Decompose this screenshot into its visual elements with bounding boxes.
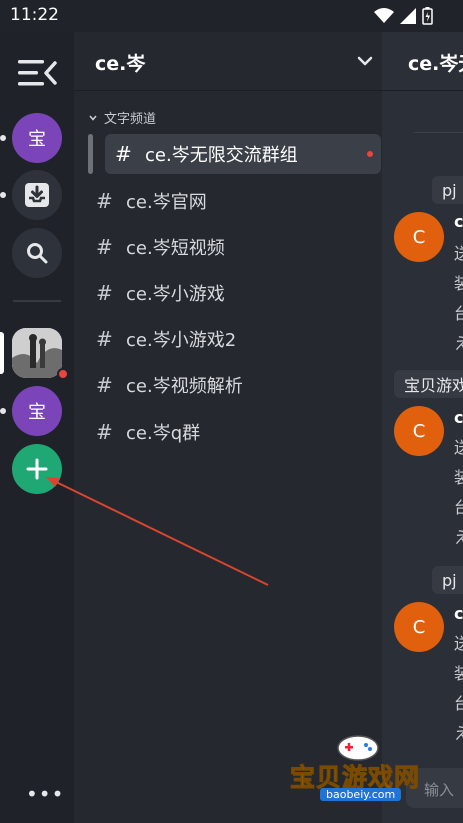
channel-name: ce.岑官网 [126, 192, 207, 213]
wifi-icon [374, 8, 394, 23]
hash-icon: # [96, 235, 113, 259]
hash-icon: # [96, 420, 113, 444]
hash-icon: # [96, 189, 113, 213]
collapse-menu-button[interactable] [16, 58, 58, 88]
message-author[interactable]: c [454, 212, 463, 231]
channel-name: ce.岑q群 [126, 423, 201, 444]
message-text: 送 [454, 634, 463, 653]
divider-line [414, 132, 463, 133]
user-avatar[interactable]: C [394, 212, 444, 262]
inbox-button[interactable] [12, 170, 62, 220]
message-text: え [454, 528, 463, 547]
signal-icon [400, 8, 416, 24]
server-header[interactable]: ce.岑 [74, 32, 382, 91]
more-options-button[interactable]: ••• [26, 782, 64, 806]
watermark-logo: 宝贝游戏网 baobeiy.com [286, 732, 436, 802]
avatar-initial: C [412, 226, 426, 248]
channel-name: ce.岑小游戏2 [126, 330, 237, 351]
message-reply-pill[interactable]: pj : [432, 176, 463, 204]
channel-name: ce.岑视频解析 [126, 376, 243, 397]
message-text: え [454, 334, 463, 353]
channel-item[interactable]: # ce.岑小游戏2 [96, 321, 236, 357]
message-reply-pill[interactable]: 宝贝游戏 [394, 370, 463, 398]
status-bar: 11:22 [0, 0, 463, 32]
hash-icon: # [96, 327, 113, 351]
reply-preview-text: 宝贝游戏 [404, 376, 463, 395]
hash-icon: # [115, 142, 132, 166]
channel-panel: ce.岑 文字频道 # ce.岑无限交流群组 # ce.岑官网 # ce.岑短视… [74, 32, 382, 823]
server-icon-ce[interactable] [12, 328, 62, 378]
hash-icon: # [96, 373, 113, 397]
watermark-url: baobeiy.com [320, 788, 402, 801]
channel-item[interactable]: # ce.岑无限交流群组 [105, 134, 381, 174]
message-text: 台 [454, 498, 463, 517]
category-text-channels[interactable]: 文字频道 [88, 108, 156, 127]
avatar-initial: C [412, 420, 426, 442]
status-time: 11:22 [10, 5, 59, 25]
search-button[interactable] [12, 228, 62, 278]
message-text: え [454, 724, 463, 743]
user-avatar[interactable]: C [394, 406, 444, 456]
server-icon-bao-2[interactable]: 宝 [12, 386, 62, 436]
message-text: 装 [454, 664, 463, 683]
unread-dot [0, 135, 6, 141]
message-author[interactable]: c [454, 408, 463, 427]
message-text: 送 [454, 244, 463, 263]
unread-dot [0, 408, 6, 414]
chat-header: ce.岑无 [382, 32, 463, 91]
message-reply-pill[interactable]: pj : [432, 566, 463, 594]
status-icons [374, 7, 433, 25]
channel-name: ce.岑小游戏 [126, 284, 225, 305]
channel-item[interactable]: # ce.岑短视频 [96, 229, 225, 265]
chevron-down-small-icon [89, 114, 97, 121]
active-channel-indicator [88, 134, 93, 174]
chat-title: ce.岑无 [408, 53, 463, 75]
server-name: ce.岑 [95, 53, 146, 75]
inbox-download-icon [25, 183, 49, 207]
add-server-button[interactable] [12, 444, 62, 494]
unread-dot [0, 192, 6, 198]
server-rail: 宝 宝 ••• [0, 32, 74, 823]
battery-icon [422, 7, 433, 25]
notification-dot [57, 368, 69, 380]
server-icon-bao[interactable]: 宝 [12, 113, 62, 163]
channel-item[interactable]: # ce.岑视频解析 [96, 367, 243, 403]
rail-divider [13, 300, 61, 302]
server-avatar-image [12, 328, 62, 378]
unread-dot [367, 151, 373, 157]
search-icon [27, 243, 48, 264]
message-text: 送 [454, 438, 463, 457]
channel-item[interactable]: # ce.岑q群 [96, 414, 200, 450]
reply-preview-text: pj : [442, 180, 463, 200]
menu-collapse-icon [18, 60, 57, 86]
channel-name: ce.岑无限交流群组 [145, 145, 298, 166]
message-author[interactable]: c [454, 604, 463, 623]
chat-panel: ce.岑无 pj : C c 送 装 台 え 宝贝游戏 C c 送 装 台 え … [382, 32, 463, 823]
hash-icon: # [96, 281, 113, 305]
server-initial: 宝 [28, 402, 46, 423]
message-text: 装 [454, 274, 463, 293]
category-label: 文字频道 [104, 112, 157, 127]
channel-item[interactable]: # ce.岑官网 [96, 183, 207, 219]
reply-preview-text: pj : [442, 570, 463, 590]
plus-icon [26, 458, 48, 480]
server-initial: 宝 [28, 129, 46, 150]
chevron-down-icon [357, 56, 373, 66]
message-text: 装 [454, 468, 463, 487]
user-avatar[interactable]: C [394, 602, 444, 652]
message-text: 台 [454, 304, 463, 323]
message-text: 台 [454, 694, 463, 713]
channel-name: ce.岑短视频 [126, 238, 225, 259]
avatar-initial: C [412, 616, 426, 638]
selected-server-indicator [0, 332, 4, 374]
channel-item[interactable]: # ce.岑小游戏 [96, 275, 225, 311]
